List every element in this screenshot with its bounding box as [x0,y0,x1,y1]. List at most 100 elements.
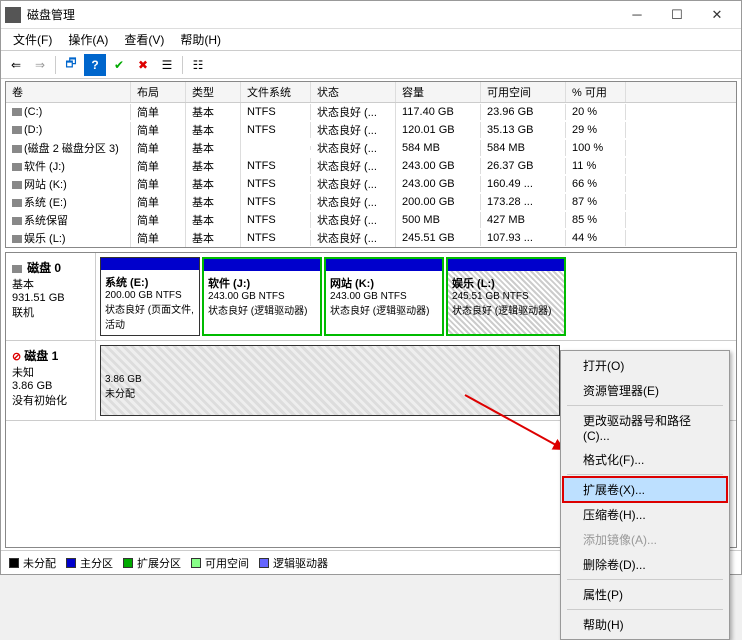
table-cell: 基本 [186,192,241,212]
table-row[interactable]: 娱乐 (L:)简单基本NTFS状态良好 (...245.51 GB107.93 … [6,229,736,247]
legend-box [123,558,133,568]
table-cell: 120.01 GB [396,122,481,138]
column-header[interactable]: 卷 [6,82,131,102]
forward-button[interactable]: ⇒ [29,54,51,76]
toolbar: ⇐ ⇒ 🗗 ? ✔ ✖ ☰ ☷ [1,51,741,79]
table-cell: 状态良好 (... [311,228,396,247]
window-title: 磁盘管理 [27,6,617,23]
column-header[interactable]: 布局 [131,82,186,102]
table-cell: 基本 [186,228,241,247]
context-menu-item: 添加镜像(A)... [563,527,727,552]
partition-header [326,259,442,271]
menu-separator [567,609,723,610]
context-menu-item[interactable]: 扩展卷(X)... [563,477,727,502]
legend-item: 主分区 [66,555,113,571]
maximize-button[interactable]: ☐ [657,2,697,28]
table-cell: 娱乐 (L:) [6,228,131,247]
table-cell: 系统 (E:) [6,192,131,212]
menu-item[interactable]: 帮助(H) [172,29,229,50]
table-row[interactable]: 网站 (K:)简单基本NTFS状态良好 (...243.00 GB160.49 … [6,175,736,193]
table-cell: 160.49 ... [481,176,566,192]
table-cell: 状态良好 (... [311,156,396,176]
action-button[interactable]: ✔ [108,54,130,76]
delete-button[interactable]: ✖ [132,54,154,76]
menu-item[interactable]: 查看(V) [116,29,172,50]
help-button[interactable]: ? [84,54,106,76]
menu-item[interactable]: 文件(F) [5,29,60,50]
context-menu-item[interactable]: 资源管理器(E) [563,378,727,403]
table-cell: NTFS [241,194,311,210]
refresh-button[interactable]: 🗗 [60,54,82,76]
window-controls: ─ ☐ ✕ [617,2,737,28]
table-cell: 状态良好 (... [311,120,396,140]
partition-body: 娱乐 (L:)245.51 GB NTFS状态良好 (逻辑驱动器) [448,271,564,334]
table-cell: 23.96 GB [481,104,566,120]
volume-icon [12,217,22,225]
volume-icon [12,163,22,171]
properties-button[interactable]: ☰ [156,54,178,76]
disk-label[interactable]: ⊘ 磁盘 1未知3.86 GB没有初始化 [6,341,96,420]
volume-icon [12,108,22,116]
partition-header [204,259,320,271]
partition[interactable]: 软件 (J:)243.00 GB NTFS状态良好 (逻辑驱动器) [202,257,322,336]
partition-header [101,258,199,270]
minimize-button[interactable]: ─ [617,2,657,28]
table-cell: 44 % [566,230,626,246]
column-header[interactable]: 可用空间 [481,82,566,102]
context-menu: 打开(O)资源管理器(E) 更改驱动器号和路径(C)...格式化(F)... 扩展卷… [560,350,730,640]
view-button[interactable]: ☷ [187,54,209,76]
partition[interactable]: 系统 (E:)200.00 GB NTFS状态良好 (页面文件, 活动 [100,257,200,336]
context-menu-item[interactable]: 删除卷(D)... [563,552,727,577]
table-cell: 网站 (K:) [6,174,131,194]
table-header: 卷布局类型文件系统状态容量可用空间% 可用 [6,82,736,103]
volume-icon [12,145,22,153]
close-button[interactable]: ✕ [697,2,737,28]
table-cell: 107.93 ... [481,230,566,246]
disk-label[interactable]: 磁盘 0基本931.51 GB联机 [6,253,96,340]
table-row[interactable]: (D:)简单基本NTFS状态良好 (...120.01 GB35.13 GB29… [6,121,736,139]
legend-label: 逻辑驱动器 [273,555,328,571]
table-cell: NTFS [241,212,311,228]
legend-box [9,558,19,568]
table-cell: 117.40 GB [396,104,481,120]
table-cell: 29 % [566,122,626,138]
legend-item: 逻辑驱动器 [259,555,328,571]
table-row[interactable]: (C:)简单基本NTFS状态良好 (...117.40 GB23.96 GB20… [6,103,736,121]
column-header[interactable]: 容量 [396,82,481,102]
column-header[interactable]: 类型 [186,82,241,102]
table-row[interactable]: 系统 (E:)简单基本NTFS状态良好 (...200.00 GB173.28 … [6,193,736,211]
table-cell: 简单 [131,156,186,176]
table-cell: NTFS [241,158,311,174]
table-cell: NTFS [241,176,311,192]
volume-icon [12,181,22,189]
legend-box [191,558,201,568]
partition[interactable]: 网站 (K:)243.00 GB NTFS状态良好 (逻辑驱动器) [324,257,444,336]
table-cell: (磁盘 2 磁盘分区 3) [6,138,131,158]
table-cell: NTFS [241,104,311,120]
table-cell: 状态良好 (... [311,174,396,194]
table-row[interactable]: 系统保留简单基本NTFS状态良好 (...500 MB427 MB85 % [6,211,736,229]
table-cell: 软件 (J:) [6,156,131,176]
context-menu-item[interactable]: 打开(O) [563,353,727,378]
context-menu-item[interactable]: 属性(P) [563,582,727,607]
column-header[interactable]: % 可用 [566,82,626,102]
column-header[interactable]: 状态 [311,82,396,102]
context-menu-item[interactable]: 格式化(F)... [563,447,727,472]
column-header[interactable]: 文件系统 [241,82,311,102]
context-menu-item[interactable]: 更改驱动器号和路径(C)... [563,408,727,447]
table-row[interactable]: (磁盘 2 磁盘分区 3)简单基本状态良好 (...584 MB584 MB10… [6,139,736,157]
partition[interactable]: 3.86 GB未分配 [100,345,560,416]
legend-box [66,558,76,568]
titlebar: 磁盘管理 ─ ☐ ✕ [1,1,741,29]
partition[interactable]: 娱乐 (L:)245.51 GB NTFS状态良好 (逻辑驱动器) [446,257,566,336]
table-cell: 584 MB [396,140,481,156]
context-menu-item[interactable]: 压缩卷(H)... [563,502,727,527]
menubar: 文件(F)操作(A)查看(V)帮助(H) [1,29,741,51]
legend-item: 未分配 [9,555,56,571]
back-button[interactable]: ⇐ [5,54,27,76]
menu-item[interactable]: 操作(A) [60,29,116,50]
table-cell: 35.13 GB [481,122,566,138]
table-cell: 20 % [566,104,626,120]
table-row[interactable]: 软件 (J:)简单基本NTFS状态良好 (...243.00 GB26.37 G… [6,157,736,175]
context-menu-item[interactable]: 帮助(H) [563,612,727,637]
